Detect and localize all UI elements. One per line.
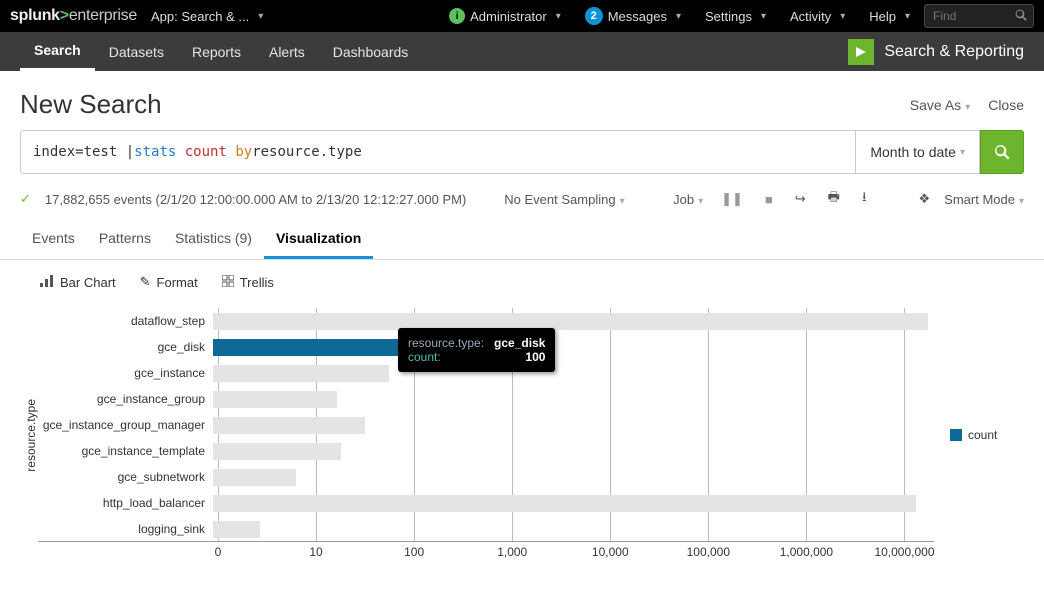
bar[interactable]	[213, 339, 411, 356]
nav-alerts[interactable]: Alerts	[255, 32, 319, 71]
result-tabs: Events Patterns Statistics (9) Visualiza…	[0, 220, 1044, 260]
settings-menu[interactable]: Settings	[695, 0, 776, 32]
x-tick: 0	[215, 545, 222, 559]
messages-badge: 2	[585, 7, 603, 25]
close-button[interactable]: Close	[988, 97, 1024, 113]
bar-label: gce_instance	[38, 366, 213, 380]
bar[interactable]	[213, 521, 260, 538]
page-header: New Search Save As Close	[0, 71, 1044, 130]
bar[interactable]	[213, 443, 341, 460]
bar-label: dataflow_step	[38, 314, 213, 328]
bar[interactable]	[213, 469, 296, 486]
bar[interactable]	[213, 365, 389, 382]
nav-reports[interactable]: Reports	[178, 32, 255, 71]
events-count-text: 17,882,655 events (2/1/20 12:00:00.000 A…	[45, 192, 466, 207]
search-bar-row: index=test | stats count by resource.typ…	[0, 130, 1044, 174]
legend-swatch	[950, 429, 962, 441]
job-status-bar: ✓ 17,882,655 events (2/1/20 12:00:00.000…	[0, 174, 1044, 220]
stop-icon[interactable]: ■	[761, 192, 777, 207]
grid-icon	[222, 275, 234, 290]
search-mode-icon: ❖	[919, 191, 931, 207]
tab-statistics[interactable]: Statistics (9)	[163, 220, 264, 259]
search-mode-dropdown[interactable]: Smart Mode	[944, 192, 1024, 207]
bar-label: gce_instance_group_manager	[38, 418, 213, 432]
messages-menu[interactable]: 2 Messages	[575, 0, 691, 32]
app-brand: Search & Reporting	[848, 39, 1024, 65]
chart-legend: count	[934, 428, 1004, 442]
y-axis-label: resource.type	[20, 399, 38, 472]
nav-search[interactable]: Search	[20, 32, 95, 71]
bar-label: gce_instance_template	[38, 444, 213, 458]
x-tick: 100	[404, 545, 424, 559]
x-tick: 100,000	[687, 545, 730, 559]
format-button[interactable]: ✎ Format	[140, 274, 198, 290]
nav-datasets[interactable]: Datasets	[95, 32, 178, 71]
chart-type-button[interactable]: Bar Chart	[40, 274, 116, 290]
spl-search-input[interactable]: index=test | stats count by resource.typ…	[20, 130, 856, 174]
nav-dashboards[interactable]: Dashboards	[319, 32, 423, 71]
bar-label: gce_subnetwork	[38, 470, 213, 484]
save-as-button[interactable]: Save As	[910, 97, 970, 113]
export-icon[interactable]: ⭳	[858, 188, 871, 210]
check-icon: ✓	[20, 191, 31, 207]
help-menu[interactable]: Help	[859, 0, 920, 32]
pencil-icon: ✎	[140, 274, 151, 290]
info-icon: i	[449, 8, 465, 24]
time-range-picker[interactable]: Month to date	[856, 130, 980, 174]
share-icon[interactable]: ↪	[791, 191, 810, 207]
bar-label: gce_instance_group	[38, 392, 213, 406]
global-find[interactable]	[924, 4, 1034, 28]
tab-patterns[interactable]: Patterns	[87, 220, 163, 259]
bar[interactable]	[213, 495, 916, 512]
activity-menu[interactable]: Activity	[780, 0, 855, 32]
chart-tooltip: resource.type:gce_disk count:100	[398, 328, 555, 372]
app-switcher[interactable]: App: Search & ...	[141, 0, 273, 32]
search-icon	[1014, 8, 1028, 25]
x-tick: 10	[309, 545, 322, 559]
user-menu[interactable]: i Administrator	[439, 0, 571, 32]
sampling-dropdown[interactable]: No Event Sampling	[504, 192, 624, 207]
bar[interactable]	[213, 391, 337, 408]
bar-label: gce_disk	[38, 340, 213, 354]
x-tick: 1,000,000	[780, 545, 833, 559]
splunk-logo: splunk>enterprise	[10, 7, 137, 25]
bar[interactable]	[213, 417, 365, 434]
page-title: New Search	[20, 89, 162, 120]
bar-label: logging_sink	[38, 522, 213, 536]
global-topbar: splunk>enterprise App: Search & ... i Ad…	[0, 0, 1044, 32]
x-tick: 1,000	[497, 545, 527, 559]
x-tick: 10,000,000	[874, 545, 934, 559]
app-navbar: Search Datasets Reports Alerts Dashboard…	[0, 32, 1044, 71]
pause-icon[interactable]: ❚❚	[717, 191, 747, 207]
viz-toolbar: Bar Chart ✎ Format Trellis	[0, 260, 1044, 304]
bar-chart[interactable]: dataflow_step gce_disk gce_instance gce_ins…	[38, 308, 934, 562]
bar-chart-icon	[40, 275, 54, 290]
tab-events[interactable]: Events	[20, 220, 87, 259]
trellis-button[interactable]: Trellis	[222, 274, 274, 290]
bar-label: http_load_balancer	[38, 496, 213, 510]
x-tick: 10,000	[592, 545, 629, 559]
tab-visualization[interactable]: Visualization	[264, 220, 373, 259]
app-logo-icon	[848, 39, 874, 65]
bar[interactable]	[213, 313, 928, 330]
chart-container: resource.type dataflow_step gce_disk gce_i…	[0, 304, 1044, 582]
print-icon[interactable]: 🖶	[824, 188, 844, 210]
job-menu[interactable]: Job	[673, 192, 703, 207]
run-search-button[interactable]	[980, 130, 1024, 174]
